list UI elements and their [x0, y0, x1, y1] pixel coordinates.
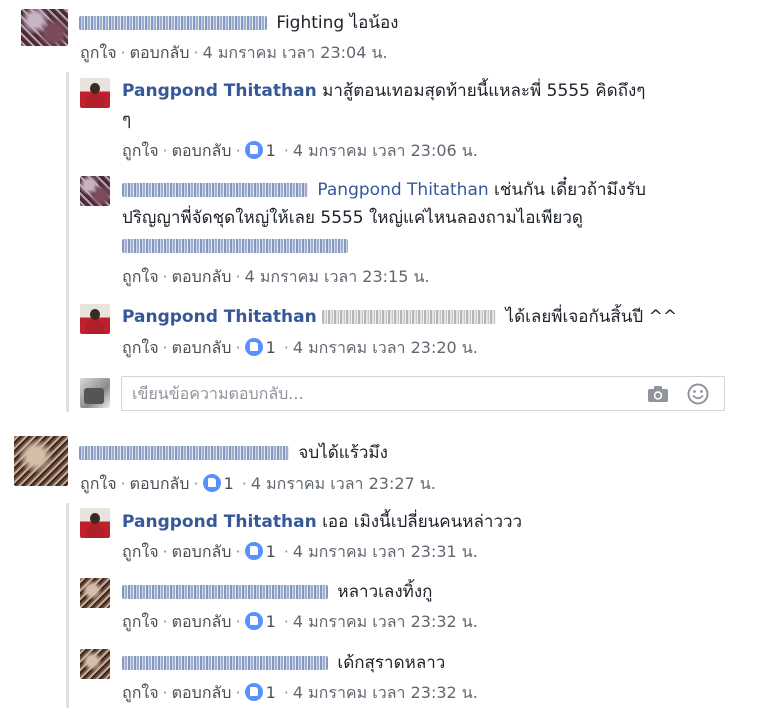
comment-text: Fighting ไอน้อง	[276, 13, 399, 33]
like-action[interactable]: ถูกใจ	[122, 267, 159, 286]
comment-text: เออ เมิงนี้เปลี่ยนคนหล่าววว	[322, 512, 523, 532]
avatar[interactable]	[80, 78, 110, 108]
timestamp[interactable]: 4 มกราคม เวลา 23:31 น.	[293, 542, 478, 561]
reply-action[interactable]: ตอบกลับ	[172, 141, 232, 160]
author-name[interactable]: Pangpond Thitathan	[122, 307, 317, 327]
thread-rail	[66, 503, 69, 708]
like-action[interactable]: ถูกใจ	[80, 43, 117, 62]
comment-body: หลาวเลงทิ้งกู	[122, 580, 432, 604]
author-name-redacted[interactable]	[122, 183, 308, 197]
timestamp[interactable]: 4 มกราคม เวลา 23:27 น.	[251, 474, 436, 493]
like-icon[interactable]	[244, 542, 263, 560]
thread-rail	[66, 72, 69, 412]
like-action[interactable]: ถูกใจ	[80, 474, 117, 493]
reply-action[interactable]: ตอบกลับ	[172, 683, 232, 702]
comment-body: จบได้แร้วมึง	[79, 441, 388, 465]
reply-action[interactable]: ตอบกลับ	[172, 338, 232, 357]
comment-text: เด้กสุราดหลาว	[337, 653, 446, 673]
like-count[interactable]: 1	[266, 338, 276, 357]
avatar[interactable]	[80, 578, 110, 608]
comment-text: มาสู้ตอนเทอมสุดท้ายนี้แหละพี่ 5555 คิดถึ…	[322, 81, 646, 101]
like-count[interactable]: 1	[266, 612, 276, 631]
mention-redacted	[122, 234, 352, 258]
timestamp[interactable]: 4 มกราคม เวลา 23:20 น.	[293, 338, 478, 357]
like-count[interactable]: 1	[266, 542, 276, 561]
comment-body: Pangpond Thitathan เช่นกัน เดี๋ยวถ้ามึงร…	[122, 178, 646, 202]
comment-meta: ถูกใจ · ตอบกลับ · 1 · 4 มกราคม เวลา 23:32 น.	[122, 612, 478, 631]
comment-body: Pangpond Thitathan ได้เลยพี่เจอกันสิ้นปี…	[122, 305, 677, 329]
like-icon[interactable]	[244, 683, 263, 701]
mention-link[interactable]: Pangpond Thitathan	[317, 180, 488, 200]
like-action[interactable]: ถูกใจ	[122, 683, 159, 702]
author-name[interactable]: Pangpond Thitathan	[122, 81, 317, 101]
author-name-redacted[interactable]	[122, 585, 328, 599]
timestamp[interactable]: 4 มกราคม เวลา 23:15 น.	[245, 267, 430, 286]
like-icon[interactable]	[244, 338, 263, 356]
comment-body: Fighting ไอน้อง	[79, 11, 399, 35]
comment-text-cont: ปริญญาพี่จัดชุดใหญ่ให้เลย 5555 ใหญ่แค่ไห…	[122, 208, 583, 228]
like-icon[interactable]	[202, 474, 221, 492]
comment-body: Pangpond Thitathan เออ เมิงนี้เปลี่ยนคนห…	[122, 510, 522, 534]
comment-text: เช่นกัน เดี๋ยวถ้ามึงรับ	[494, 180, 646, 200]
avatar[interactable]	[80, 176, 110, 206]
avatar[interactable]	[80, 649, 110, 679]
comment-body: เด้กสุราดหลาว	[122, 651, 445, 675]
comment-text: ได้เลยพี่เจอกันสิ้นปี ^^	[505, 307, 678, 327]
comment-text: จบได้แร้วมึง	[298, 443, 388, 463]
reply-input[interactable]	[122, 377, 642, 410]
timestamp[interactable]: 4 มกราคม เวลา 23:04 น.	[203, 43, 388, 62]
smile-icon[interactable]	[687, 383, 709, 405]
comment-text-cont: ๆ	[122, 110, 132, 130]
like-action[interactable]: ถูกใจ	[122, 542, 159, 561]
reply-action[interactable]: ตอบกลับ	[172, 542, 232, 561]
comment-meta: ถูกใจ · ตอบกลับ · 1 · 4 มกราคม เวลา 23:27 น.	[80, 474, 436, 493]
avatar[interactable]	[14, 436, 68, 486]
author-name-redacted[interactable]	[79, 446, 289, 460]
comment-body: Pangpond Thitathan มาสู้ตอนเทอมสุดท้ายนี…	[122, 79, 645, 103]
comment-meta: ถูกใจ · ตอบกลับ · 1 · 4 มกราคม เวลา 23:31 น.	[122, 542, 478, 561]
comment-meta: ถูกใจ · ตอบกลับ · 1 · 4 มกราคม เวลา 23:32 น.	[122, 683, 478, 702]
reply-action[interactable]: ตอบกลับ	[172, 612, 232, 631]
timestamp[interactable]: 4 มกราคม เวลา 23:32 น.	[293, 683, 478, 702]
reply-action[interactable]: ตอบกลับ	[172, 267, 232, 286]
comment-meta: ถูกใจ · ตอบกลับ · 1 · 4 มกราคม เวลา 23:20 น.	[122, 338, 478, 357]
like-icon[interactable]	[244, 141, 263, 159]
camera-icon[interactable]	[647, 385, 669, 403]
comment-meta: ถูกใจ · ตอบกลับ · 4 มกราคม เวลา 23:04 น.	[80, 43, 388, 62]
avatar[interactable]	[80, 508, 110, 538]
timestamp[interactable]: 4 มกราคม เวลา 23:06 น.	[293, 141, 478, 160]
like-count[interactable]: 1	[266, 683, 276, 702]
comment-meta: ถูกใจ · ตอบกลับ · 1 · 4 มกราคม เวลา 23:06 น.	[122, 141, 478, 160]
author-name[interactable]: Pangpond Thitathan	[122, 512, 317, 532]
reply-action[interactable]: ตอบกลับ	[130, 474, 190, 493]
author-name-redacted[interactable]	[122, 656, 328, 670]
reply-action[interactable]: ตอบกลับ	[130, 43, 190, 62]
mention-link-redacted[interactable]	[322, 310, 497, 324]
like-action[interactable]: ถูกใจ	[122, 141, 159, 160]
reply-composer[interactable]	[121, 376, 725, 411]
current-user-avatar	[80, 378, 110, 408]
comment-text: หลาวเลงทิ้งกู	[337, 582, 433, 602]
like-count[interactable]: 1	[266, 141, 276, 160]
comment-meta: ถูกใจ · ตอบกลับ · 4 มกราคม เวลา 23:15 น.	[122, 267, 430, 286]
like-action[interactable]: ถูกใจ	[122, 612, 159, 631]
timestamp[interactable]: 4 มกราคม เวลา 23:32 น.	[293, 612, 478, 631]
like-action[interactable]: ถูกใจ	[122, 338, 159, 357]
avatar[interactable]	[21, 9, 68, 46]
avatar[interactable]	[80, 304, 110, 334]
like-count[interactable]: 1	[224, 474, 234, 493]
author-name-redacted[interactable]	[79, 16, 267, 30]
mention-link-redacted[interactable]	[122, 239, 348, 253]
like-icon[interactable]	[244, 612, 263, 630]
